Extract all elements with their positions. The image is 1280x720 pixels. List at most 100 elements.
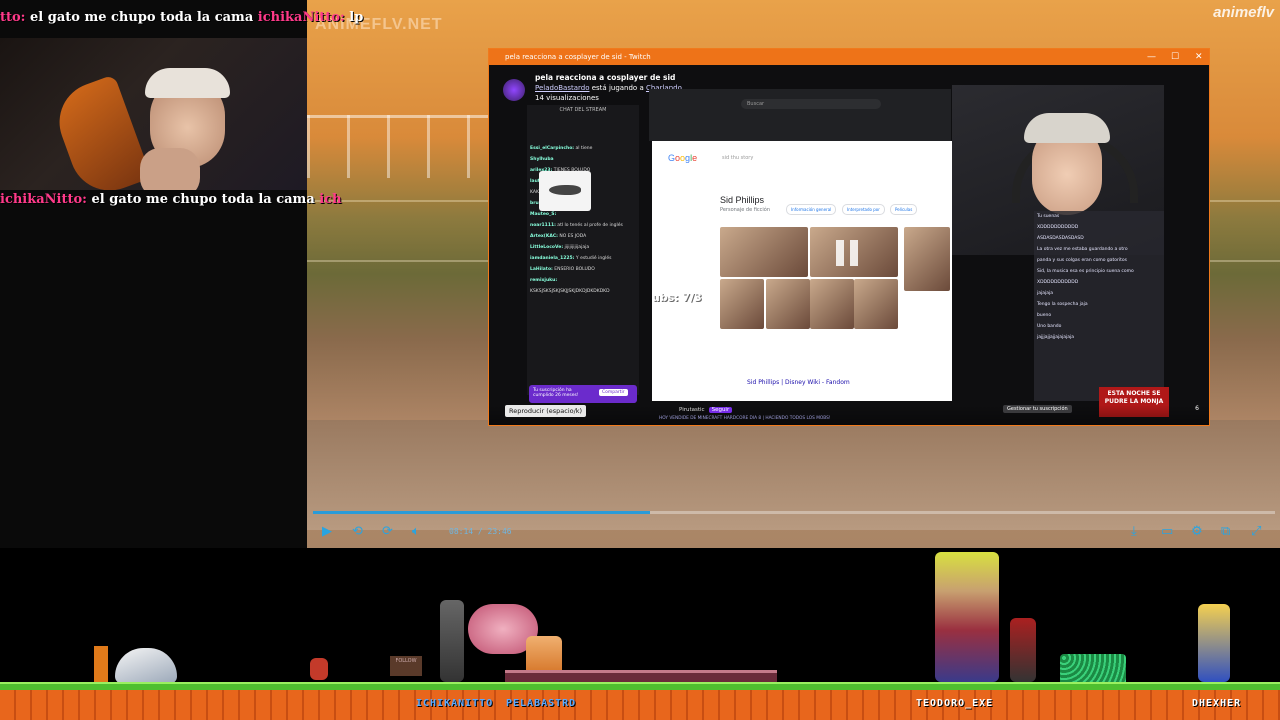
- browser-search-field[interactable]: Buscar: [741, 99, 881, 109]
- overlay-chat: Tu suenas XDDDDDDDDDDD ASDASDASDASDASD La o…: [1034, 211, 1164, 401]
- chat-message: Tengo la sospecha jaja: [1034, 299, 1164, 310]
- overlay-chat-lines: Tu suenas XDDDDDDDDDDD ASDASDASDASDASD La o…: [1034, 211, 1164, 343]
- chip-overview[interactable]: Información general: [786, 204, 837, 215]
- chat-username[interactable]: iamdaniela_1225:: [530, 256, 574, 261]
- player-name: DHEXHER: [1192, 698, 1242, 709]
- result-image[interactable]: [810, 279, 854, 329]
- play-icon[interactable]: ▶: [322, 524, 332, 539]
- chat-message: Essi_elCarpincho: al tiene: [527, 143, 639, 154]
- close-button[interactable]: ✕: [1195, 49, 1203, 65]
- stream-game-overlay: FOLLOW ICHIKANITTO PELABASTRD TEODORO_EX…: [0, 548, 1280, 720]
- chat-message: bueno: [1034, 310, 1164, 321]
- chat-message: panda y sus colgas eran como gatoritos: [1034, 255, 1164, 266]
- streamer-cap: [145, 68, 230, 98]
- result-image[interactable]: [720, 279, 764, 329]
- chat-username[interactable]: LaHilato:: [530, 267, 553, 272]
- stream-title: pela reacciona a cosplayer de sid: [535, 73, 676, 82]
- stream-ticker: HOY VENDIDE DE MINECRAFT HARDCORE DIA 8 …: [659, 416, 831, 421]
- marquee-message: el gato me chupo toda la cama: [25, 10, 258, 25]
- maximize-button[interactable]: ☐: [1171, 49, 1179, 65]
- marquee-user: ichikaNitto:: [0, 192, 87, 207]
- chat-message: Artex(KAC: NO ES JODA: [527, 231, 639, 242]
- pip-icon[interactable]: ⧉: [1221, 524, 1230, 539]
- forward-icon[interactable]: ⟳: [382, 524, 393, 539]
- knowledge-title: Sid Phillips: [720, 195, 765, 205]
- marquee-user: ich: [319, 192, 342, 207]
- chat-text: atl lo tenés al profe de inglés: [555, 223, 623, 228]
- chat-spacer: [527, 113, 639, 143]
- video-time: 08:14 / 23:46: [449, 527, 512, 536]
- shark-emote: [539, 171, 591, 211]
- rewind-icon[interactable]: ⟲: [352, 524, 363, 539]
- chat-text: ENSERIO BOLUDO: [552, 267, 595, 272]
- chat-text: jajjjajjajjajajajaja: [1037, 335, 1075, 340]
- chat-username[interactable]: LittleLocoVe:: [530, 245, 563, 250]
- marquee-message: lp: [344, 10, 364, 25]
- chat-message: Sid, la musica esa es principio suena co…: [1034, 266, 1164, 277]
- streamer-bar: Pirutastic Seguir: [679, 407, 733, 413]
- video-progress-bar[interactable]: [313, 511, 1275, 514]
- chat-username[interactable]: Mauteo_S:: [530, 212, 556, 217]
- window-title: pela reacciona a cosplayer de sid - Twit…: [505, 53, 651, 61]
- fandom-link[interactable]: Sid Phillips | Disney Wiki - Fandom: [747, 379, 850, 386]
- manage-sub-button[interactable]: Gestionar tu suscripción: [1003, 405, 1072, 413]
- chat-text: NO ES JODA: [557, 234, 587, 239]
- chat-message: La otra vez me estaba guardando a otro: [1034, 244, 1164, 255]
- subtitles-icon[interactable]: ▭: [1161, 524, 1173, 539]
- fullscreen-icon[interactable]: ⤢: [1251, 524, 1261, 539]
- volume-icon[interactable]: 🔈︎: [412, 524, 420, 539]
- stream-chat: CHAT DEL STREAM Essi_elCarpincho: al tie…: [527, 105, 639, 395]
- browser-toolbar: Buscar: [649, 89, 951, 141]
- twitch-stream[interactable]: pela reacciona a cosplayer de sid Pelado…: [489, 65, 1209, 425]
- play-tooltip: Reproducir (espacio/k): [505, 405, 587, 417]
- window-titlebar[interactable]: pela reacciona a cosplayer de sid - Twit…: [489, 49, 1209, 65]
- result-image[interactable]: [766, 279, 810, 329]
- chat-marquee-top: tto: el gato me chupo toda la cama ichik…: [0, 10, 363, 25]
- chat-username[interactable]: remixjuku:: [530, 278, 557, 283]
- overlay-caption: ubs: 7/3: [652, 291, 702, 304]
- chat-header: CHAT DEL STREAM: [559, 107, 607, 113]
- chat-username[interactable]: Essi_elCarpincho:: [530, 146, 574, 151]
- chat-text: Tengo la sospecha jaja: [1037, 302, 1088, 307]
- channel-avatar[interactable]: [503, 79, 525, 101]
- chat-username[interactable]: Shylhuba: [530, 157, 554, 162]
- chat-text: La otra vez me estaba guardando a otro: [1037, 247, 1128, 252]
- result-image[interactable]: [904, 227, 950, 291]
- chat-message: KSKSJSKSJSKJSKJJSKJDKDJDKDKDKD: [527, 286, 639, 297]
- chat-text: jajajaja: [1037, 291, 1054, 296]
- broly-sprite: [935, 552, 999, 682]
- twitch-window[interactable]: pela reacciona a cosplayer de sid - Twit…: [488, 48, 1210, 426]
- video-progress-fill: [313, 511, 650, 514]
- chip-played-by[interactable]: Interpretado por: [842, 204, 885, 215]
- player-name: PELABASTRD: [506, 698, 577, 709]
- follow-button[interactable]: Seguir: [708, 407, 733, 413]
- chat-message: noar1111: atl lo tenés al profe de inglé…: [527, 220, 639, 231]
- player-name: TEODORO_EXE: [916, 698, 994, 709]
- chat-message: LittleLocoVe: jijijijijijajaja: [527, 242, 639, 253]
- chat-text: Uno bando: [1037, 324, 1062, 329]
- minimize-button[interactable]: —: [1147, 49, 1156, 65]
- chat-message: iamdaniela_1225: Y estudié inglés: [527, 253, 639, 264]
- settings-icon[interactable]: ⚙: [1191, 524, 1203, 539]
- google-logo: Google: [668, 153, 698, 163]
- result-image[interactable]: [720, 227, 808, 277]
- chat-text: KSKSJSKSJSKJSKJJSKJDKDJDKDKDKD: [530, 289, 610, 294]
- dirt-ground: [0, 690, 1280, 720]
- pause-icon[interactable]: [836, 240, 862, 266]
- chat-text: ASDASDASDASDASD: [1037, 236, 1084, 241]
- download-icon[interactable]: ⤓: [1131, 524, 1137, 539]
- chat-username[interactable]: noar1111:: [530, 223, 556, 228]
- streamer-name[interactable]: Pirutastic: [679, 407, 705, 413]
- chat-message: jajajaja: [1034, 288, 1164, 299]
- share-button[interactable]: Compartir: [599, 389, 628, 396]
- fighter-sprite: [1010, 618, 1036, 682]
- google-query[interactable]: sid thu story: [722, 155, 753, 161]
- streamer-line-text: está jugando a: [589, 84, 646, 92]
- streamer-link[interactable]: PeladoBastardo: [535, 84, 590, 92]
- chat-lines: Essi_elCarpincho: al tieneShylhubaarilex…: [527, 143, 639, 297]
- small-creature-sprite: [310, 658, 328, 680]
- chip-movies[interactable]: Películas: [890, 204, 918, 215]
- viewer-count: 6: [1195, 405, 1199, 412]
- result-image[interactable]: [854, 279, 898, 329]
- chat-username[interactable]: Artex(KAC:: [530, 234, 558, 239]
